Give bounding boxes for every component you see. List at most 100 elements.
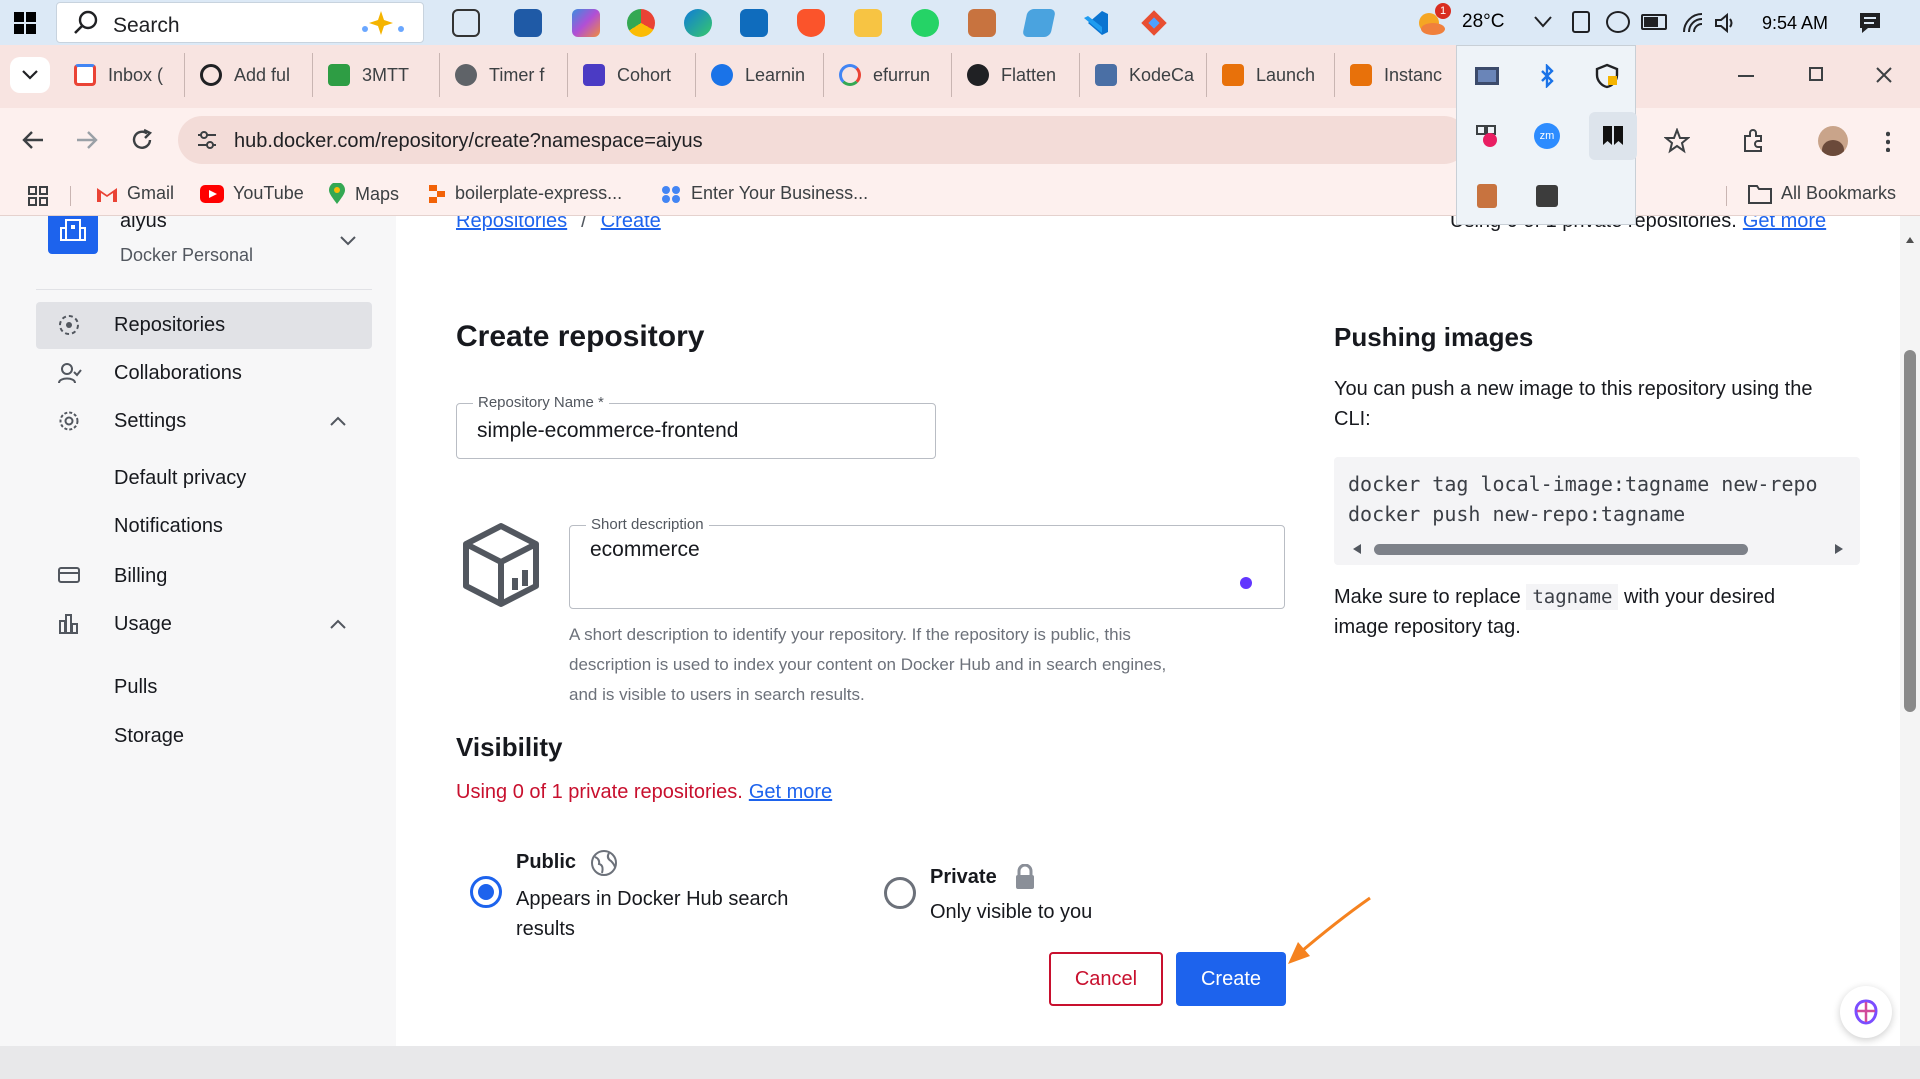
task-view-icon[interactable]	[452, 9, 480, 37]
taskbar-search-box[interactable]: Search	[56, 2, 424, 43]
browser-tab[interactable]: efurrun	[825, 53, 952, 97]
bookmark-star-icon[interactable]	[1664, 128, 1690, 154]
bookmark-maps[interactable]: Maps	[328, 183, 399, 205]
cancel-button[interactable]: Cancel	[1049, 952, 1163, 1006]
bookmark-youtube[interactable]: YouTube	[200, 183, 304, 204]
tab-label: Inbox (	[108, 64, 164, 85]
extensions-icon[interactable]	[1741, 128, 1767, 154]
all-bookmarks[interactable]: All Bookmarks	[1748, 183, 1896, 204]
sidebar-item-notifications[interactable]: Notifications	[114, 515, 223, 538]
browser-tab[interactable]: Cohort	[569, 53, 696, 97]
browser-tab[interactable]: Timer f	[441, 53, 568, 97]
menu-kebab-icon[interactable]	[1886, 130, 1890, 152]
battery-icon[interactable]	[1641, 14, 1667, 30]
repository-name-field[interactable]: Repository Name * simple-ecommerce-front…	[456, 394, 936, 459]
profile-avatar[interactable]	[1818, 126, 1848, 156]
visibility-private-option[interactable]: Private Only visible to you	[876, 830, 1176, 923]
sidebar-item-storage[interactable]: Storage	[114, 725, 184, 748]
code-horizontal-scrollbar[interactable]	[1374, 544, 1748, 555]
browser-tab[interactable]: KodeCa	[1081, 53, 1207, 97]
restore-button[interactable]	[1809, 67, 1823, 81]
whatsapp-icon[interactable]	[911, 9, 939, 37]
breadcrumb-repositories-link[interactable]: Repositories	[456, 216, 567, 233]
weather-icon[interactable]: 1	[1415, 3, 1451, 37]
chevron-up-icon[interactable]	[1534, 16, 1552, 28]
bookmark-gmail[interactable]: Gmail	[96, 183, 174, 204]
private-description: Only visible to you	[930, 901, 1093, 923]
wifi-icon[interactable]	[1682, 12, 1704, 34]
bookmark-business[interactable]: Enter Your Business...	[660, 183, 868, 204]
page-scrollbar[interactable]	[1900, 216, 1920, 1069]
apps-grid-icon[interactable]	[28, 186, 48, 206]
clock-text[interactable]: 9:54 AM	[1762, 13, 1828, 34]
wps-office-icon[interactable]	[1469, 178, 1505, 214]
private-radio[interactable]	[884, 877, 916, 909]
notifications-icon[interactable]	[1858, 11, 1882, 35]
notes-app-icon[interactable]	[1022, 9, 1056, 37]
edge-icon[interactable]	[684, 9, 712, 37]
sidebar-item-default-privacy[interactable]: Default privacy	[114, 467, 246, 490]
browser-tab[interactable]: Learnin	[697, 53, 824, 97]
scroll-up-icon[interactable]	[1905, 236, 1915, 244]
sidebar-item-billing[interactable]: Billing	[36, 553, 372, 600]
header-quota-get-more-link[interactable]: Get more	[1743, 216, 1826, 233]
onedrive-sync-icon[interactable]	[1469, 118, 1505, 154]
browser-tab[interactable]: 3MTT	[314, 53, 440, 97]
sidebar-item-usage[interactable]: Usage	[36, 601, 372, 648]
store-icon[interactable]	[514, 9, 542, 37]
private-label: Private	[930, 866, 997, 888]
brave-icon[interactable]	[797, 9, 825, 37]
note-text: image repository tag.	[1334, 616, 1521, 638]
scroll-left-icon[interactable]	[1352, 543, 1362, 555]
copilot-icon[interactable]	[572, 9, 600, 37]
learning-icon	[711, 64, 733, 86]
breadcrumb-create-link[interactable]: Create	[601, 216, 661, 233]
address-bar[interactable]: hub.docker.com/repository/create?namespa…	[178, 116, 1468, 164]
file-explorer-icon[interactable]	[854, 9, 882, 37]
tray-app-icon[interactable]	[1529, 178, 1565, 214]
gear-icon	[59, 411, 79, 431]
volume-icon[interactable]	[1714, 12, 1736, 34]
outlook-icon[interactable]	[740, 9, 768, 37]
visibility-quota-get-more-link[interactable]: Get more	[749, 781, 832, 804]
bluetooth-icon[interactable]	[1529, 58, 1565, 94]
security-shield-icon[interactable]	[1589, 58, 1625, 94]
google-icon	[839, 64, 861, 86]
scrollbar-thumb[interactable]	[1904, 350, 1916, 712]
ai-assistant-button[interactable]	[1840, 986, 1892, 1038]
browser-tab[interactable]: Flatten	[953, 53, 1080, 97]
bookmark-boilerplate[interactable]: boilerplate-express...	[428, 183, 622, 204]
sidebar-item-repositories[interactable]: Repositories	[36, 302, 372, 349]
browser-tab[interactable]: Add ful	[186, 53, 313, 97]
windows-start-icon[interactable]	[14, 12, 36, 34]
chrome-icon[interactable]	[627, 9, 655, 37]
wps-icon[interactable]	[968, 9, 996, 37]
minimize-button[interactable]	[1738, 75, 1754, 77]
sidebar-item-pulls[interactable]: Pulls	[114, 676, 157, 699]
browser-tab[interactable]: Inbox (	[60, 53, 185, 97]
zoom-icon[interactable]: zm	[1529, 118, 1565, 154]
back-arrow-icon[interactable]	[22, 130, 44, 150]
public-radio[interactable]	[470, 876, 502, 908]
grammar-assistant-dot[interactable]	[1240, 577, 1252, 589]
browser-tab[interactable]: Instanc	[1336, 53, 1456, 97]
browser-tab[interactable]: Launch	[1208, 53, 1335, 97]
reload-icon[interactable]	[130, 128, 154, 152]
vscode-icon[interactable]	[1082, 9, 1110, 37]
scroll-right-icon[interactable]	[1834, 543, 1844, 555]
account-switcher-chevron-icon[interactable]	[340, 236, 356, 246]
onedrive-icon[interactable]	[1606, 11, 1630, 33]
device-icon[interactable]	[1572, 11, 1590, 33]
git-icon[interactable]	[1140, 9, 1168, 37]
visibility-public-option[interactable]: Public Appears in Docker Hub search resu…	[462, 830, 822, 940]
sidebar-item-settings[interactable]: Settings	[36, 398, 372, 445]
site-settings-icon[interactable]	[196, 130, 218, 150]
tab-search-button[interactable]	[10, 57, 50, 93]
sidebar-item-collaborations[interactable]: Collaborations	[36, 350, 372, 397]
forward-arrow-icon[interactable]	[76, 130, 98, 150]
short-description-field[interactable]: Short description ecommerce	[569, 516, 1285, 609]
bookmark-app-icon[interactable]	[1589, 112, 1637, 160]
create-button[interactable]: Create	[1176, 952, 1286, 1006]
display-icon[interactable]	[1469, 58, 1505, 94]
close-window-button[interactable]	[1876, 67, 1892, 83]
